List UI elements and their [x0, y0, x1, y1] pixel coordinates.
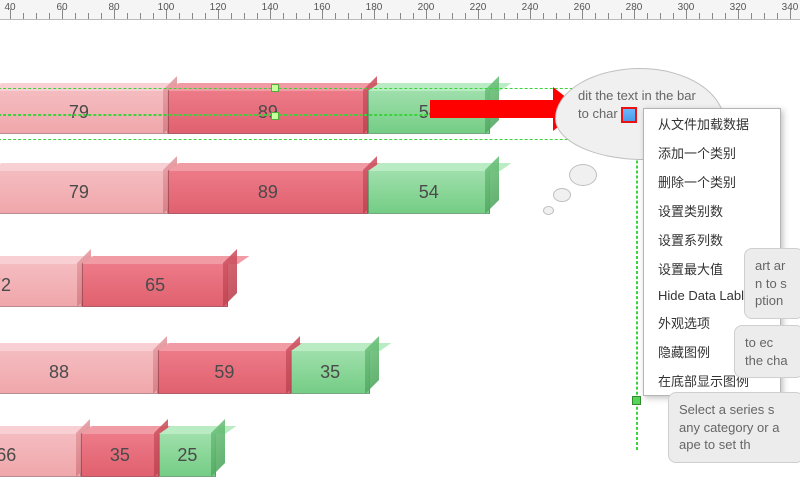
bar-value-label: 59: [214, 362, 234, 383]
hint-text: art ar: [755, 257, 793, 275]
bar-segment[interactable]: 25: [159, 433, 215, 477]
bar-segment[interactable]: 54: [368, 170, 490, 214]
bar-segment[interactable]: 79: [0, 170, 168, 214]
ruler-tick-label: 40: [4, 2, 15, 13]
ruler-tick-label: 200: [418, 2, 435, 13]
hint-text: Select a series s: [679, 401, 793, 419]
bar-value-label: 79: [69, 182, 89, 203]
bar-segment[interactable]: 35: [81, 433, 160, 477]
cloud-tail-2: [553, 188, 571, 202]
canvas[interactable]: 7989547989547265885935663525 dit the tex…: [0, 20, 800, 502]
ruler-tick-label: 280: [626, 2, 643, 13]
bar-value-label: 35: [110, 445, 130, 466]
ruler-tick-label: 340: [782, 2, 799, 13]
context-menu-item[interactable]: 从文件加载数据: [644, 109, 780, 138]
ruler-tick-label: 300: [678, 2, 695, 13]
ruler-tick-label: 160: [314, 2, 331, 13]
ruler-tick-label: 120: [210, 2, 227, 13]
ruler-tick-label: 80: [108, 2, 119, 13]
hint-card-1: art ar n to s ption: [744, 248, 800, 319]
ruler-tick-label: 240: [522, 2, 539, 13]
hint-text: any category or a: [679, 419, 793, 437]
hint-text: to ec: [745, 334, 793, 352]
ruler-tick-label: 180: [366, 2, 383, 13]
bar-segment[interactable]: 59: [158, 350, 291, 394]
ruler-tick-label: 100: [158, 2, 175, 13]
cloud-tail-1: [569, 164, 597, 186]
bar-segment[interactable]: 88: [0, 350, 158, 394]
bar-value-label: 89: [258, 182, 278, 203]
hint-text: ape to set th: [679, 436, 793, 454]
bar-value-label: 25: [177, 445, 197, 466]
bar-value-label: 65: [145, 275, 165, 296]
bar-segment[interactable]: 89: [168, 170, 368, 214]
selection-handle-center[interactable]: [271, 112, 279, 120]
selection-handle-top[interactable]: [271, 84, 279, 92]
context-menu-item[interactable]: 删除一个类别: [644, 167, 780, 196]
ruler-tick-label: 220: [470, 2, 487, 13]
chart-options-button[interactable]: [621, 107, 637, 123]
ruler-tick-label: 140: [262, 2, 279, 13]
hint-card-2: to ec the cha: [734, 325, 800, 378]
cloud-tail-3: [543, 206, 554, 215]
cloud-text-2: to char: [578, 106, 618, 121]
bar-segment[interactable]: 66: [0, 433, 81, 477]
bar-value-label: 35: [320, 362, 340, 383]
cloud-text-1: dit the text in the bar: [578, 88, 696, 103]
ruler-tick-label: 260: [574, 2, 591, 13]
bar-value-label: 66: [0, 445, 16, 466]
bar-segment[interactable]: 65: [82, 263, 228, 307]
bar-value-label: 54: [419, 182, 439, 203]
annotation-arrow: [430, 100, 555, 118]
bar-value-label: 72: [0, 275, 11, 296]
horizontal-ruler: 40 60 80 100 120 140 160 180 200 220 240 260 280 300 3…: [0, 0, 800, 20]
hint-text: the cha: [745, 352, 793, 370]
hint-text: n to s: [755, 275, 793, 293]
context-menu-item[interactable]: 设置类别数: [644, 196, 780, 225]
guide-anchor[interactable]: [632, 396, 641, 405]
bar-segment[interactable]: 35: [291, 350, 370, 394]
bar-value-label: 88: [49, 362, 69, 383]
hint-text: ption: [755, 292, 793, 310]
bar-segment[interactable]: 72: [0, 263, 82, 307]
ruler-tick-label: 320: [730, 2, 747, 13]
ruler-tick-label: 60: [56, 2, 67, 13]
context-menu-item[interactable]: 添加一个类别: [644, 138, 780, 167]
hint-card-3: Select a series s any category or a ape …: [668, 392, 800, 463]
